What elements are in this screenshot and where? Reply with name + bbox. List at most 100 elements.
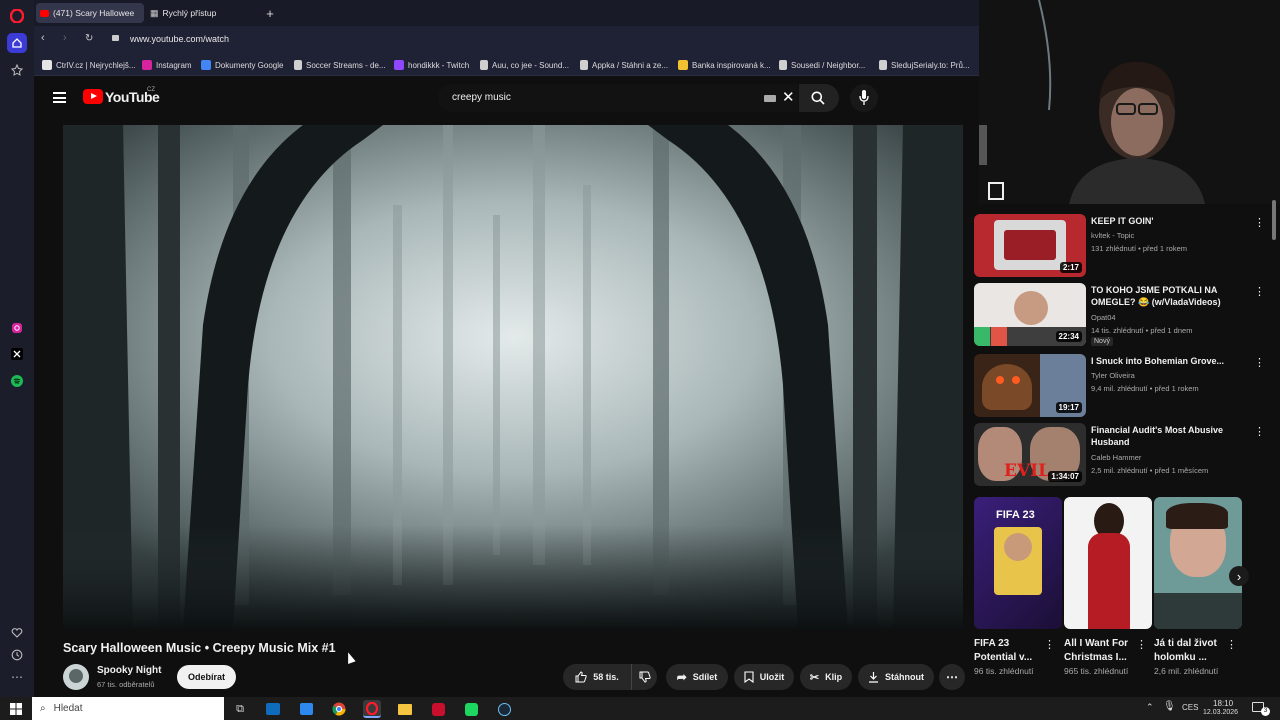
- recommendation-item[interactable]: 19:17 I Snuck into Bohemian Grove... Tyl…: [974, 354, 1266, 420]
- short-title[interactable]: All I Want For Christmas I...: [1064, 637, 1136, 665]
- file-explorer-icon[interactable]: [396, 700, 414, 718]
- clip-button[interactable]: ✂ Klip: [800, 664, 852, 690]
- video-title[interactable]: Financial Audit's Most Abusive Husband: [1091, 424, 1241, 448]
- instagram-icon[interactable]: [7, 318, 27, 338]
- bookmarks-bar: CtrlV.cz | Nejrychlejš... Instagram Doku…: [34, 54, 979, 76]
- kebab-menu-icon[interactable]: ⋮: [1226, 638, 1237, 651]
- chevron-up-icon[interactable]: ⌃: [1146, 702, 1154, 713]
- kebab-menu-icon[interactable]: ⋮: [1044, 638, 1055, 651]
- bookmark-item[interactable]: Soccer Streams - de...: [294, 58, 386, 72]
- tab-quick-access[interactable]: ▦ Rychlý přístup: [146, 3, 256, 23]
- bookmark-item[interactable]: SledujSerialy.to: Prů...: [879, 58, 970, 72]
- scissors-icon: ✂: [809, 671, 820, 684]
- share-button[interactable]: ➦ Sdílet: [666, 664, 728, 690]
- menu-icon[interactable]: [53, 92, 66, 103]
- video-title[interactable]: KEEP IT GOIN': [1091, 215, 1241, 227]
- webcam-feed: [979, 0, 1280, 204]
- youtube-logo-icon[interactable]: [83, 89, 103, 104]
- keyboard-icon[interactable]: [764, 95, 776, 102]
- taskbar-search-input[interactable]: Hledat: [54, 703, 83, 714]
- opera-logo-icon[interactable]: [7, 6, 27, 26]
- recommendation-item[interactable]: 22:34 TO KOHO JSME POTKALI NA OMEGLE? 😂 …: [974, 283, 1266, 349]
- x-twitter-icon[interactable]: [7, 344, 27, 364]
- kebab-menu-icon[interactable]: ⋮: [1254, 425, 1265, 439]
- next-arrow-icon[interactable]: ›: [1229, 566, 1249, 586]
- download-button[interactable]: Stáhnout: [858, 664, 934, 690]
- taskbar-search[interactable]: ⌕ Hledat: [32, 697, 224, 720]
- voice-search-button[interactable]: [850, 84, 878, 112]
- video-thumbnail[interactable]: 19:17: [974, 354, 1086, 417]
- recommendation-item[interactable]: 2:17 KEEP IT GOIN' kvltek - Topic 131 zh…: [974, 214, 1266, 280]
- share-icon: ➦: [676, 670, 687, 684]
- app-red-icon[interactable]: [429, 700, 447, 718]
- home-icon[interactable]: [7, 33, 27, 53]
- bookmark-item[interactable]: Appka / Stáhni a ze...: [580, 58, 668, 72]
- url-field[interactable]: www.youtube.com/watch: [130, 34, 229, 44]
- channel-name[interactable]: Opat04: [1091, 313, 1116, 322]
- speed-dial-icon[interactable]: [7, 60, 27, 80]
- search-button[interactable]: [799, 84, 839, 112]
- channel-name[interactable]: Tyler Oliveira: [1091, 371, 1135, 380]
- back-icon[interactable]: ‹: [41, 32, 45, 44]
- bookmark-item[interactable]: Auu, co jee - Sound...: [480, 58, 569, 72]
- video-player[interactable]: [63, 125, 963, 630]
- windows-start-icon[interactable]: [7, 700, 25, 718]
- search-input[interactable]: creepy music: [452, 92, 511, 103]
- video-title[interactable]: I Snuck into Bohemian Grove...: [1091, 355, 1241, 367]
- steam-icon[interactable]: [495, 700, 513, 718]
- opera-sidebar: ⋯: [0, 0, 34, 697]
- search-box[interactable]: creepy music ✕: [438, 84, 798, 112]
- history-icon[interactable]: [7, 645, 27, 665]
- reload-icon[interactable]: ↻: [85, 33, 93, 44]
- video-thumbnail[interactable]: EVIL 1:34:07: [974, 423, 1086, 486]
- clock-date[interactable]: 12.03.2026: [1203, 709, 1238, 716]
- forward-icon[interactable]: ›: [63, 32, 67, 44]
- video-thumbnail[interactable]: 2:17: [974, 214, 1086, 277]
- short-title[interactable]: Já ti dal život holomku ...: [1154, 637, 1226, 665]
- bookmark-item[interactable]: Banka inspirovaná k...: [678, 58, 771, 72]
- kebab-menu-icon[interactable]: ⋮: [1254, 216, 1265, 230]
- store-icon[interactable]: [297, 700, 315, 718]
- like-button[interactable]: 58 tis.: [563, 664, 631, 690]
- microphone-tray-icon[interactable]: 🎙: [1163, 701, 1176, 712]
- video-thumbnail[interactable]: 22:34: [974, 283, 1086, 346]
- scrollbar-thumb[interactable]: [1272, 200, 1276, 240]
- clock-time[interactable]: 18:10: [1213, 699, 1233, 708]
- chrome-icon[interactable]: [330, 700, 348, 718]
- bookmark-item[interactable]: Sousedi / Neighbor...: [779, 58, 865, 72]
- page-icon: [480, 60, 488, 70]
- bookmark-item[interactable]: CtrlV.cz | Nejrychlejš...: [42, 58, 136, 72]
- more-actions-button[interactable]: ⋯: [939, 664, 965, 690]
- short-title[interactable]: FIFA 23 Potential v...: [974, 637, 1046, 665]
- kebab-menu-icon[interactable]: ⋮: [1254, 356, 1265, 370]
- app-green-icon[interactable]: [462, 700, 480, 718]
- dislike-button[interactable]: [631, 664, 657, 690]
- short-thumbnail[interactable]: FIFA 23: [974, 497, 1062, 629]
- more-icon[interactable]: ⋯: [7, 667, 27, 687]
- video-title[interactable]: TO KOHO JSME POTKALI NA OMEGLE? 😂 (w/Vla…: [1091, 284, 1241, 308]
- outlook-icon[interactable]: [264, 700, 282, 718]
- language-indicator[interactable]: CES: [1182, 703, 1198, 712]
- channel-name[interactable]: Spooky Night: [97, 665, 161, 676]
- bookmark-item[interactable]: Dokumenty Google: [201, 58, 283, 72]
- save-button[interactable]: Uložit: [734, 664, 794, 690]
- task-view-icon[interactable]: ⧉: [231, 700, 249, 718]
- short-thumbnail[interactable]: [1064, 497, 1152, 629]
- short-thumbnail[interactable]: [1154, 497, 1242, 629]
- channel-name[interactable]: Caleb Hammer: [1091, 453, 1141, 462]
- subscribe-button[interactable]: Odebírat: [177, 665, 236, 689]
- bookmark-item[interactable]: Instagram: [142, 58, 192, 72]
- channel-name[interactable]: kvltek - Topic: [1091, 231, 1134, 240]
- kebab-menu-icon[interactable]: ⋮: [1254, 285, 1265, 299]
- tab-youtube[interactable]: (471) Scary Hallowee: [36, 3, 144, 23]
- bank-icon: [678, 60, 688, 70]
- kebab-menu-icon[interactable]: ⋮: [1136, 638, 1147, 651]
- bookmark-item[interactable]: hondikkk - Twitch: [394, 58, 469, 72]
- clear-search-icon[interactable]: ✕: [782, 88, 795, 106]
- avatar[interactable]: [63, 664, 89, 690]
- recommendation-item[interactable]: EVIL 1:34:07 Financial Audit's Most Abus…: [974, 423, 1266, 489]
- opera-taskbar-icon[interactable]: [363, 700, 381, 718]
- new-tab-button[interactable]: +: [262, 3, 278, 23]
- heart-icon[interactable]: [7, 623, 27, 643]
- spotify-icon[interactable]: [7, 371, 27, 391]
